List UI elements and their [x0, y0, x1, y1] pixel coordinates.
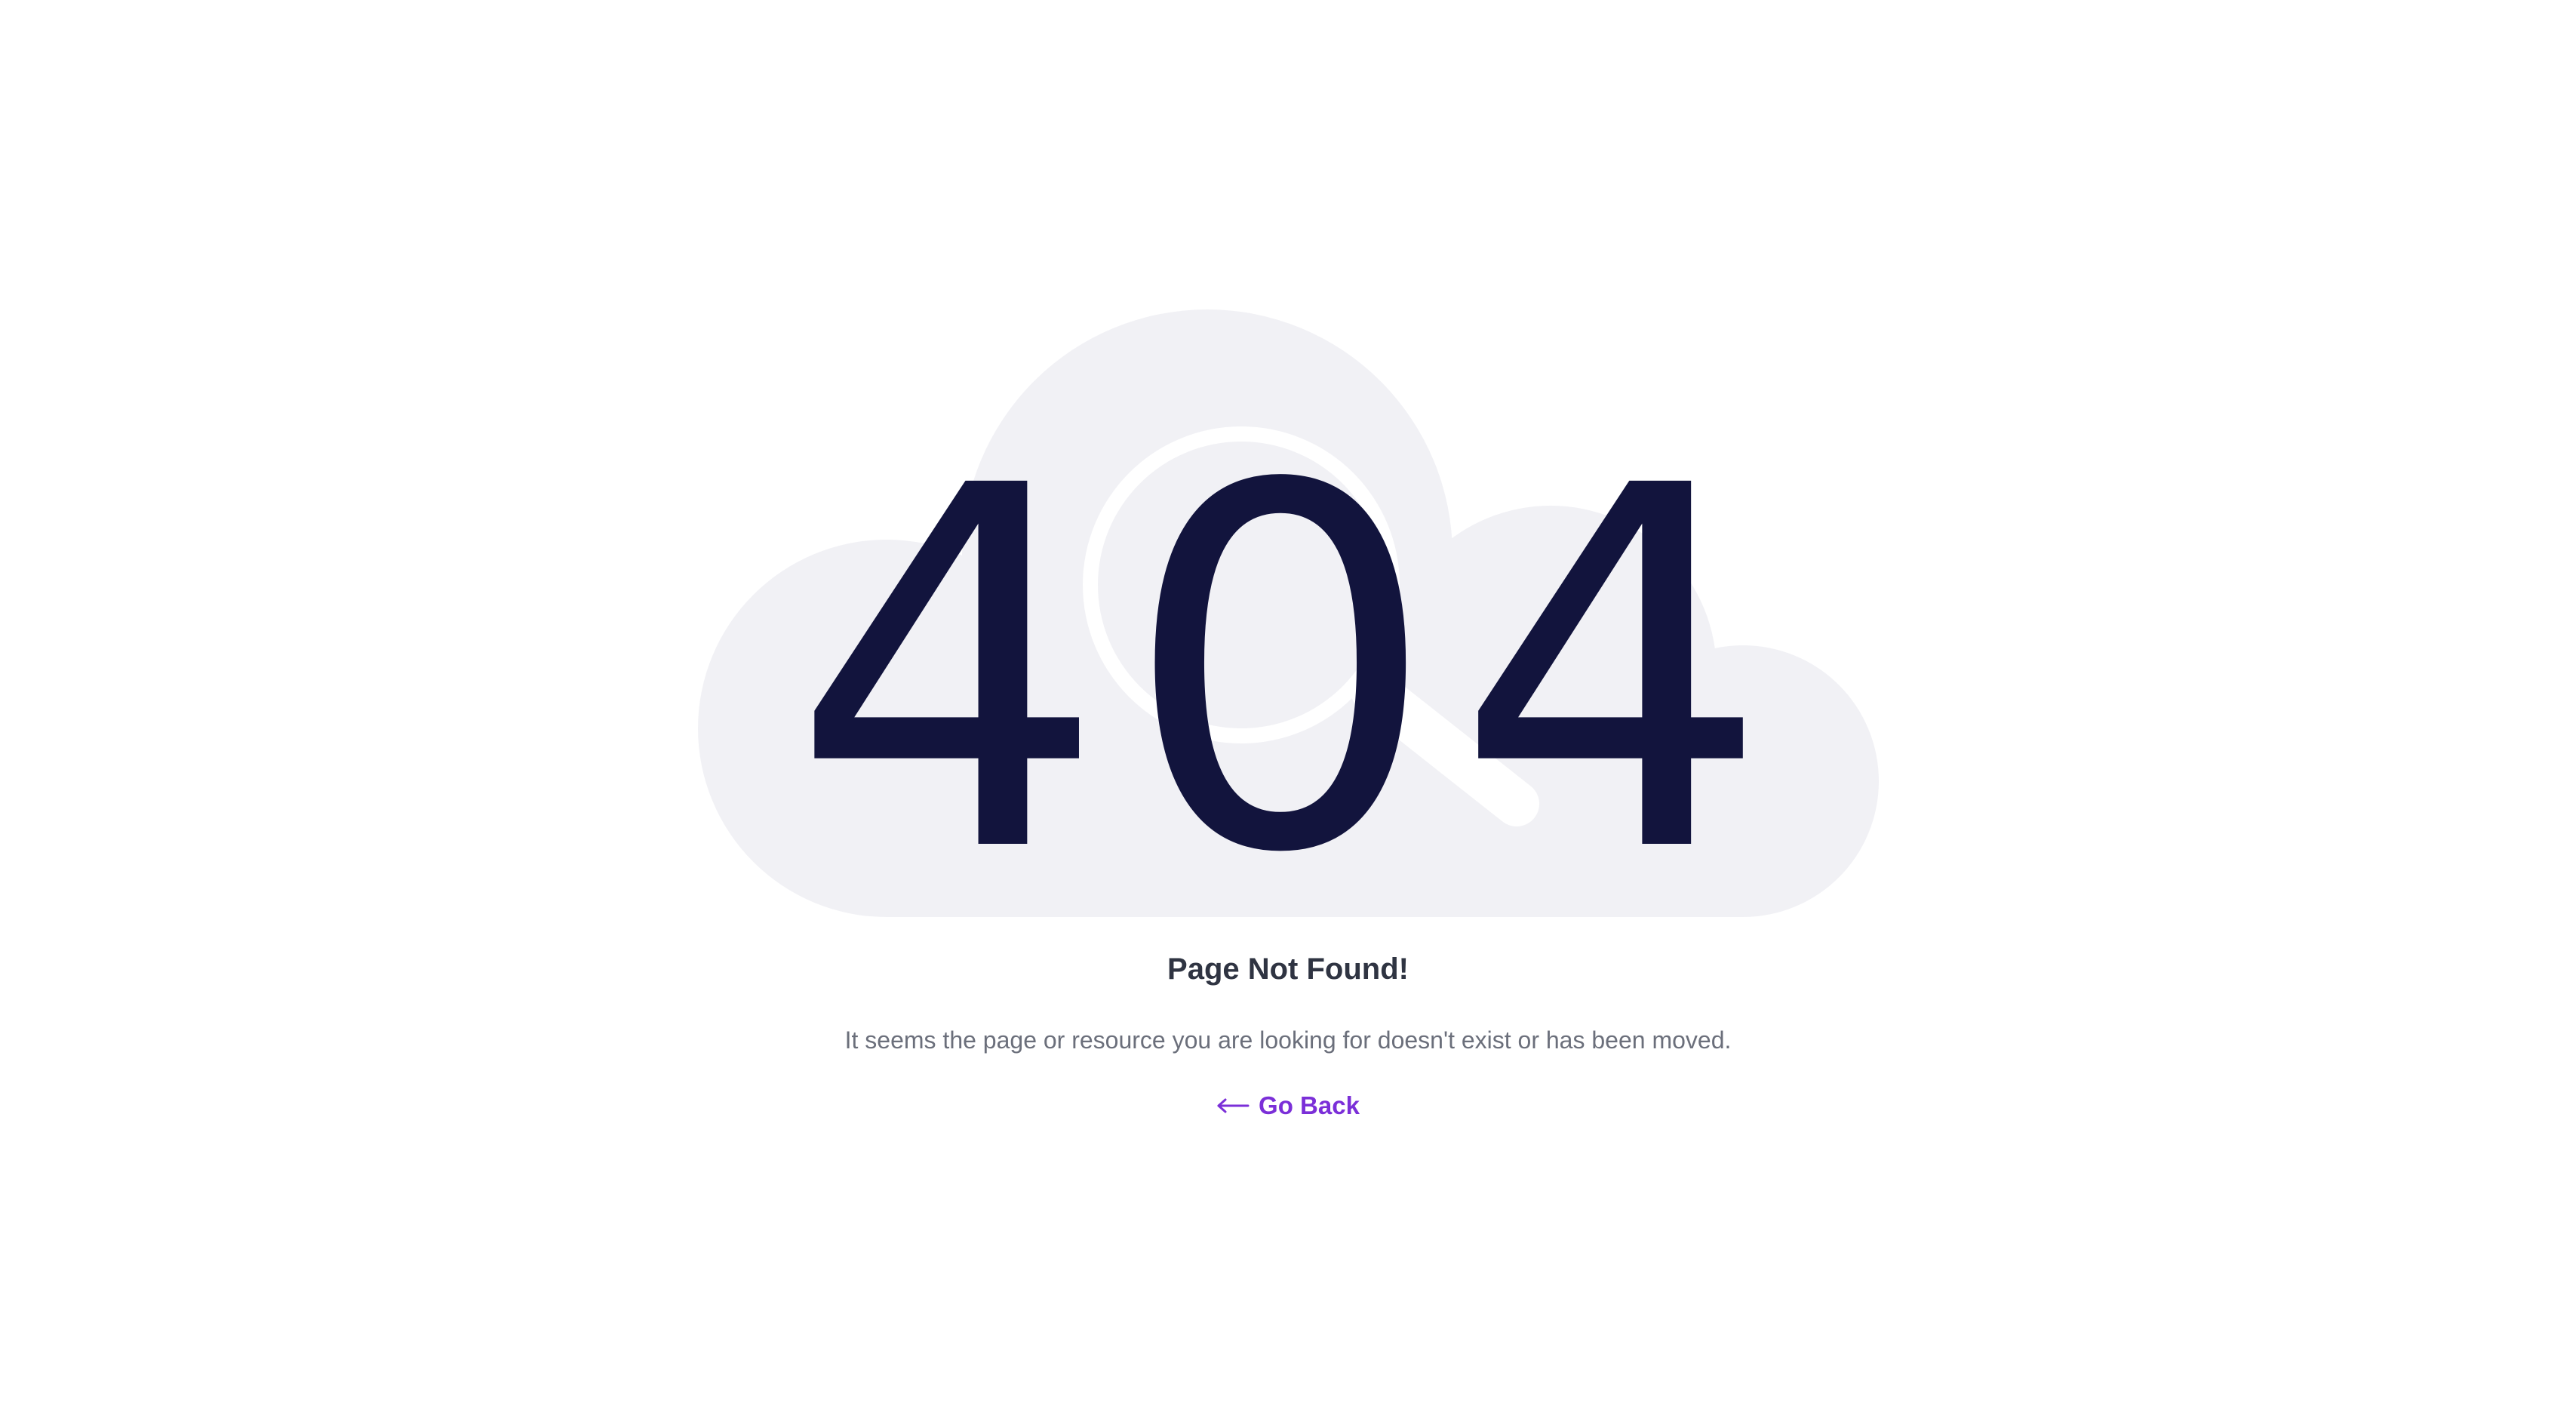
error-code: 404: [790, 381, 1786, 962]
arrow-left-icon: [1216, 1097, 1250, 1114]
error-message: It seems the page or resource you are lo…: [844, 1026, 1732, 1054]
go-back-container: Go Back: [0, 1091, 2576, 1120]
not-found-page: 404 Page Not Found! It seems the page or…: [0, 0, 2576, 1428]
go-back-link[interactable]: Go Back: [1216, 1091, 1360, 1120]
page-title: Page Not Found!: [1167, 953, 1409, 986]
go-back-label: Go Back: [1259, 1091, 1360, 1119]
